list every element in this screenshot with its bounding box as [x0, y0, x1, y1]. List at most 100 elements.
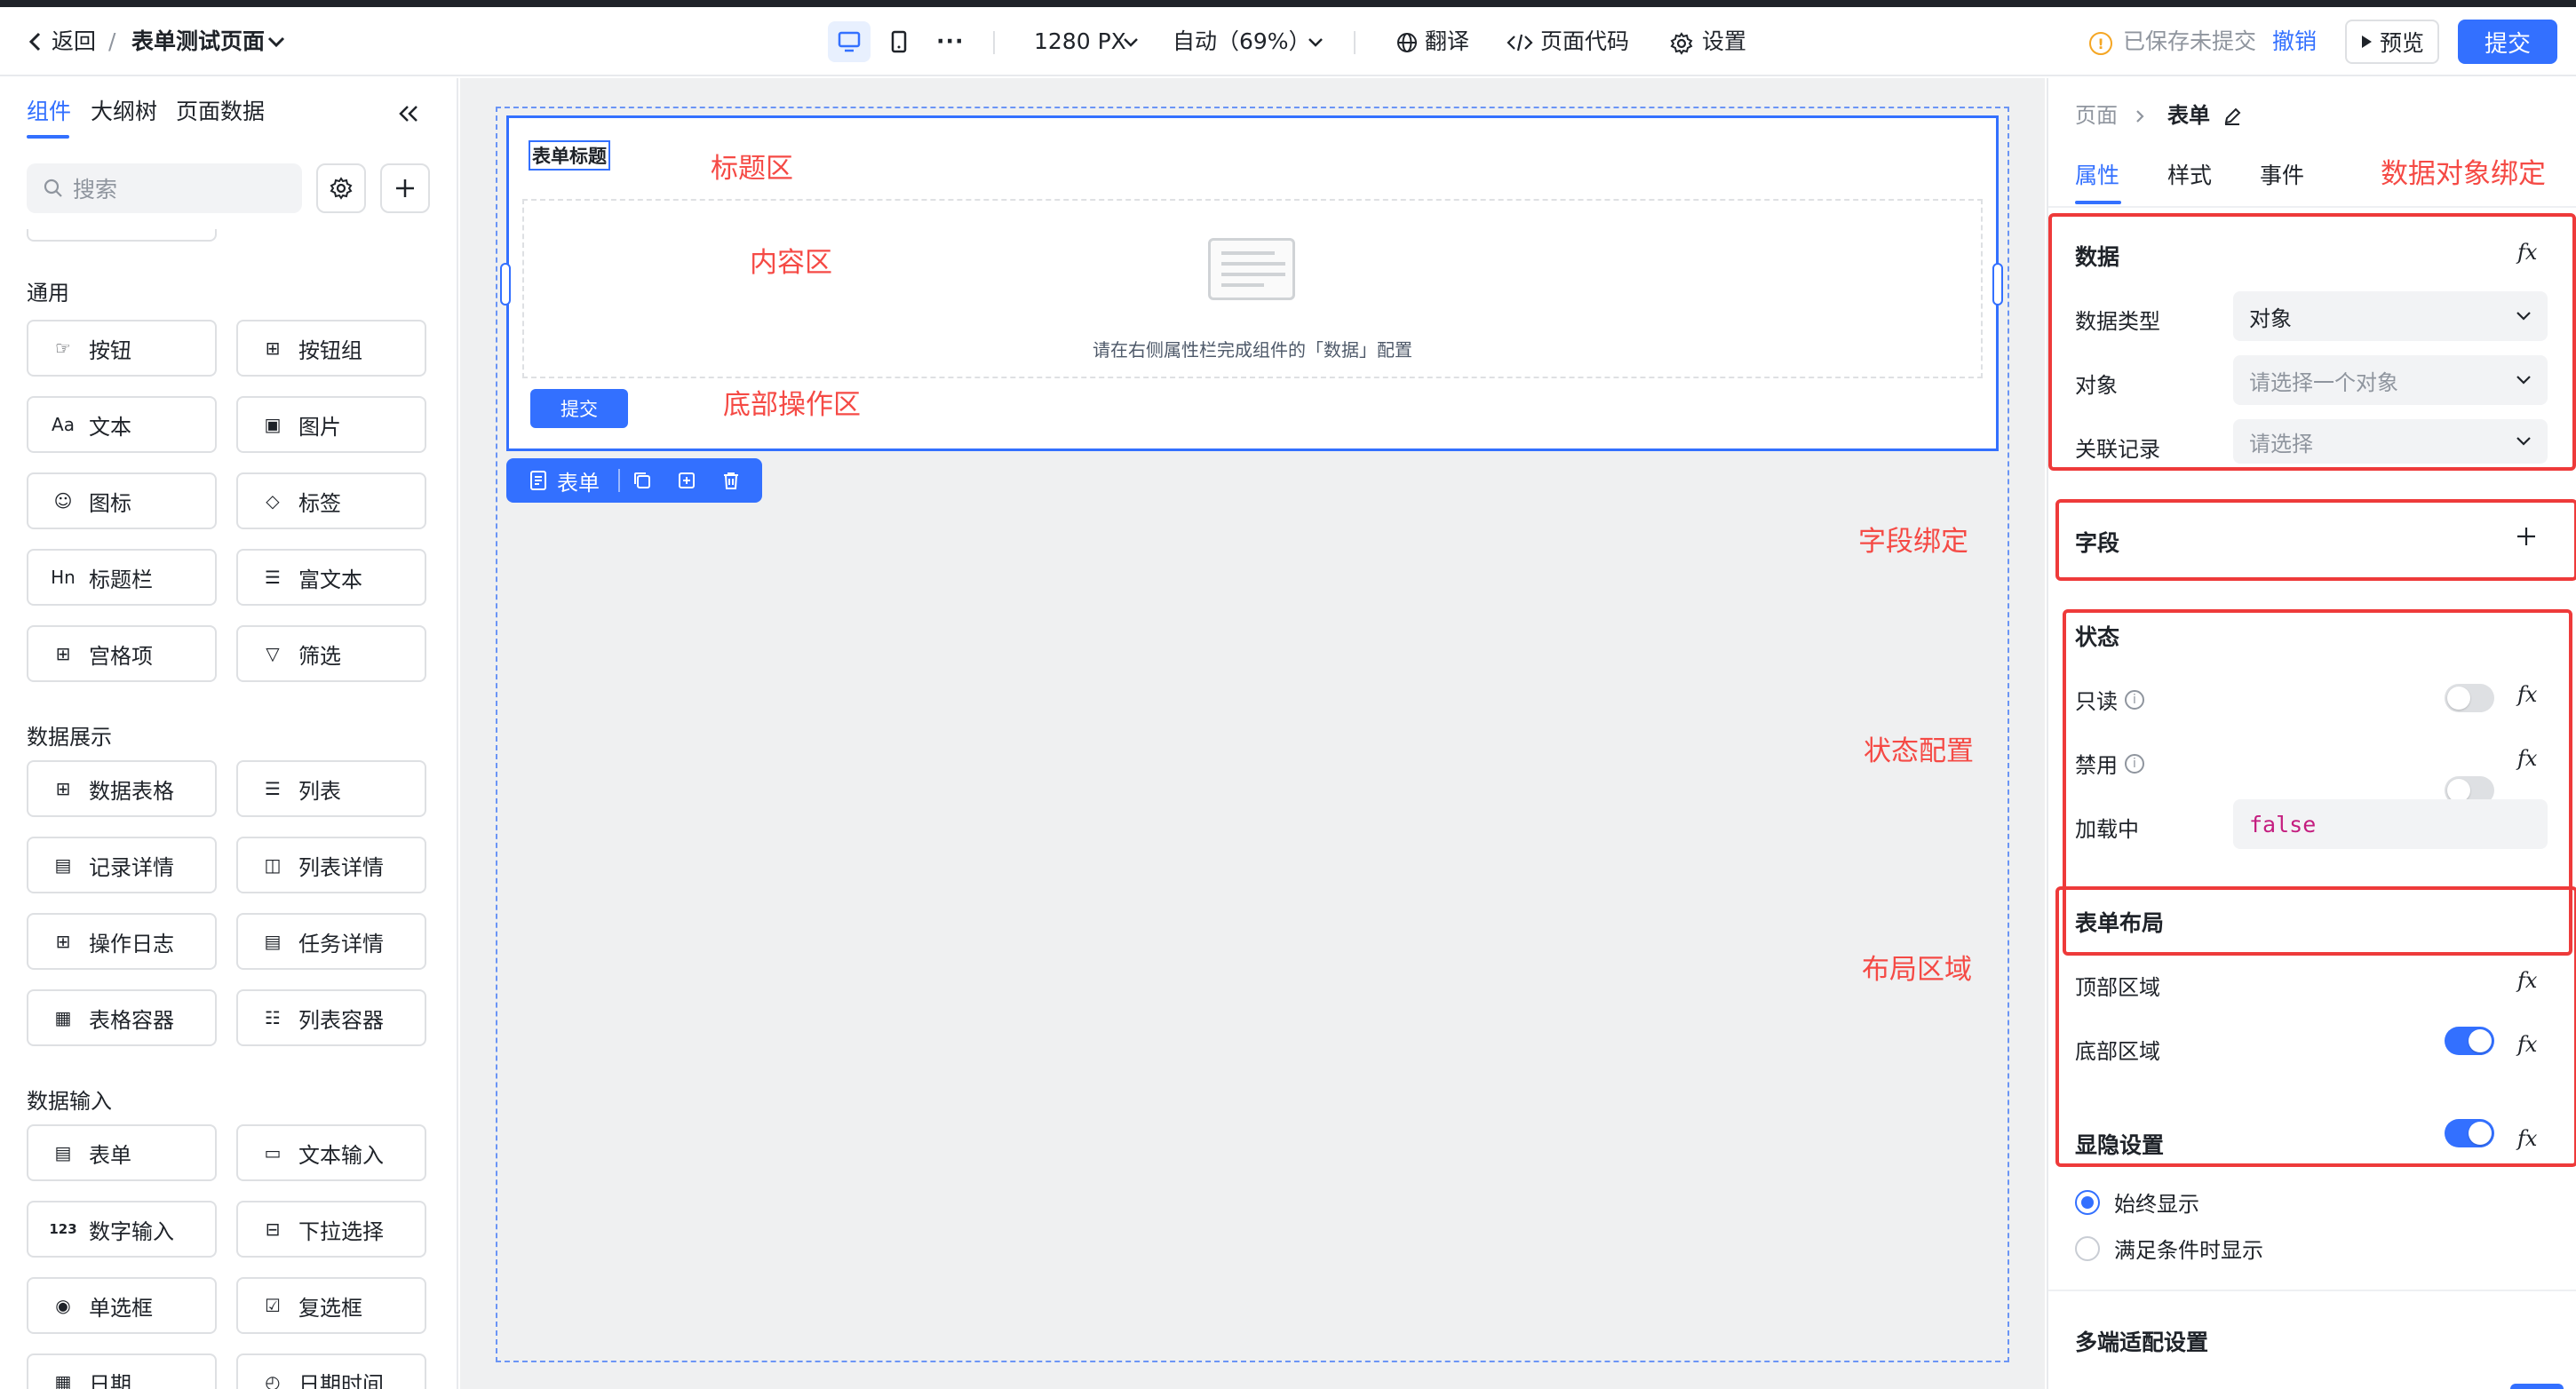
component-list-detail[interactable]: ◫ 列表详情 [236, 837, 426, 893]
fx-icon[interactable]: fx [2517, 746, 2537, 771]
component-table-container[interactable]: ▦ 表格容器 [27, 989, 217, 1046]
component-form[interactable]: ▤ 表单 [27, 1124, 217, 1181]
info-icon: i [2125, 753, 2144, 774]
component-rich-text[interactable]: ☰ 富文本 [236, 549, 426, 606]
globe-icon[interactable] [1396, 32, 1418, 57]
related-record-select[interactable]: 请选择 [2233, 419, 2548, 464]
component-label: 按钮组 [298, 337, 362, 363]
component-radio[interactable]: ◉ 单选框 [27, 1277, 217, 1334]
back-link[interactable]: 返回 [52, 7, 96, 76]
component-data-table[interactable]: ⊞ 数据表格 [27, 760, 217, 817]
component-panel: 组件 大纲树 页面数据 搜索 通用 ☞ 按钮 ⊞ 按钮组 Aa 文本 ▣ 图片 ☺ 图标 … [0, 78, 458, 1389]
annotation-data-object-binding: 数据对象绑定 [2381, 158, 2546, 190]
zoom-dropdown-icon[interactable] [1308, 36, 1324, 52]
duplicate-icon[interactable] [664, 458, 709, 503]
edit-icon[interactable] [2222, 107, 2242, 130]
desktop-view-button[interactable] [828, 21, 871, 62]
mobile-view-button[interactable] [878, 21, 920, 62]
fx-icon[interactable]: fx [2517, 240, 2537, 265]
zoom-selector[interactable]: 自动（69%） [1173, 7, 1311, 76]
fx-icon[interactable]: fx [2517, 1126, 2537, 1151]
title-dropdown-icon[interactable] [266, 34, 286, 53]
search-icon [44, 179, 62, 197]
loading-value-input[interactable]: false [2233, 799, 2548, 849]
component-list-container[interactable]: ☷ 列表容器 [236, 989, 426, 1046]
top-area-toggle[interactable] [2445, 1027, 2494, 1055]
bottom-area-toggle[interactable] [2445, 1119, 2494, 1147]
form-submit-button[interactable]: 提交 [530, 389, 628, 428]
copy-icon[interactable] [620, 458, 664, 503]
search-input[interactable]: 搜索 [27, 163, 302, 213]
component-button[interactable]: ☞ 按钮 [27, 320, 217, 377]
component-settings-button[interactable] [316, 163, 366, 213]
component-datetime[interactable]: ◴ 日期时间 [236, 1353, 426, 1389]
table-container-icon: ▦ [54, 1007, 72, 1028]
component-text[interactable]: Aa 文本 [27, 396, 217, 453]
submit-button[interactable]: 提交 [2458, 20, 2557, 64]
tab-outline-tree[interactable]: 大纲树 [91, 94, 157, 130]
component-heading[interactable]: Hn 标题栏 [27, 549, 217, 606]
component-number-input[interactable]: 123 数字输入 [27, 1201, 217, 1258]
annotation-content-area: 内容区 [750, 247, 832, 279]
option-label: 满足条件时显示 [2114, 1238, 2263, 1263]
visibility-option-conditional[interactable]: 满足条件时显示 [2075, 1233, 2263, 1264]
component-record-detail[interactable]: ▤ 记录详情 [27, 837, 217, 893]
tabs-divider [2048, 206, 2576, 208]
undo-button[interactable]: 撤销 [2272, 7, 2317, 76]
preview-button[interactable]: 预览 [2345, 20, 2439, 64]
section-title-multi-device: 多端适配设置 [2075, 1329, 2209, 1355]
gear-icon[interactable] [1670, 32, 1693, 59]
radio-unselected-icon[interactable] [2075, 1235, 2100, 1261]
active-tab-indicator [27, 135, 69, 139]
page-code-button[interactable]: 页面代码 [1540, 7, 1629, 76]
component-operation-log[interactable]: ⊞ 操作日志 [27, 913, 217, 970]
component-date[interactable]: ▦ 日期 [27, 1353, 217, 1389]
component-grid-item[interactable]: ⊞ 宫格项 [27, 625, 217, 682]
component-tag[interactable]: ◇ 标签 [236, 472, 426, 529]
delete-icon[interactable] [709, 458, 753, 503]
list-detail-icon: ◫ [264, 854, 282, 876]
floating-toolbar-form-label[interactable]: 表单 [506, 458, 613, 503]
collapse-panel-icon[interactable] [396, 103, 421, 128]
tab-properties[interactable]: 属性 [2075, 158, 2119, 194]
component-task-detail[interactable]: ▤ 任务详情 [236, 913, 426, 970]
component-icon[interactable]: ☺ 图标 [27, 472, 217, 529]
data-type-select[interactable]: 对象 [2233, 291, 2548, 341]
back-chevron-icon[interactable] [27, 31, 44, 56]
object-select[interactable]: 请选择一个对象 [2233, 355, 2548, 405]
tab-components[interactable]: 组件 [27, 94, 71, 130]
component-filter[interactable]: ▽ 筛选 [236, 625, 426, 682]
readonly-toggle[interactable] [2445, 684, 2494, 712]
component-label: 宫格项 [89, 643, 153, 669]
translate-button[interactable]: 翻译 [1425, 7, 1469, 76]
width-dropdown-icon[interactable] [1123, 36, 1139, 52]
component-checkbox[interactable]: ☑ 复选框 [236, 1277, 426, 1334]
tab-events[interactable]: 事件 [2260, 158, 2304, 194]
page-title[interactable]: 表单测试页面 [131, 7, 265, 76]
component-button-group[interactable]: ⊞ 按钮组 [236, 320, 426, 377]
component-list[interactable]: ☰ 列表 [236, 760, 426, 817]
visibility-option-always[interactable]: 始终显示 [2075, 1187, 2199, 1218]
component-text-input[interactable]: ▭ 文本输入 [236, 1124, 426, 1181]
more-icon[interactable]: ··· [936, 7, 965, 76]
form-title[interactable]: 表单标题 [529, 140, 610, 171]
radio-selected-icon[interactable] [2075, 1189, 2100, 1215]
fx-icon[interactable]: fx [2517, 682, 2537, 707]
component-label: 单选框 [89, 1295, 153, 1321]
resize-handle-right[interactable] [1992, 263, 2003, 306]
fx-icon[interactable]: fx [2517, 1032, 2537, 1057]
add-field-icon[interactable] [2516, 526, 2537, 551]
settings-button[interactable]: 设置 [1702, 7, 1746, 76]
fx-icon[interactable]: fx [2517, 968, 2537, 993]
component-label: 列表容器 [298, 1007, 384, 1033]
width-selector[interactable]: 1280 PX [1034, 7, 1126, 76]
tab-style[interactable]: 样式 [2167, 158, 2212, 194]
breadcrumb-page[interactable]: 页面 [2075, 98, 2118, 133]
partial-toggle[interactable] [2510, 1384, 2564, 1389]
add-component-button[interactable] [380, 163, 430, 213]
component-image[interactable]: ▣ 图片 [236, 396, 426, 453]
code-icon[interactable] [1507, 32, 1533, 57]
resize-handle-left[interactable] [500, 263, 511, 306]
tab-page-data[interactable]: 页面数据 [176, 94, 265, 130]
component-dropdown[interactable]: ⊟ 下拉选择 [236, 1201, 426, 1258]
